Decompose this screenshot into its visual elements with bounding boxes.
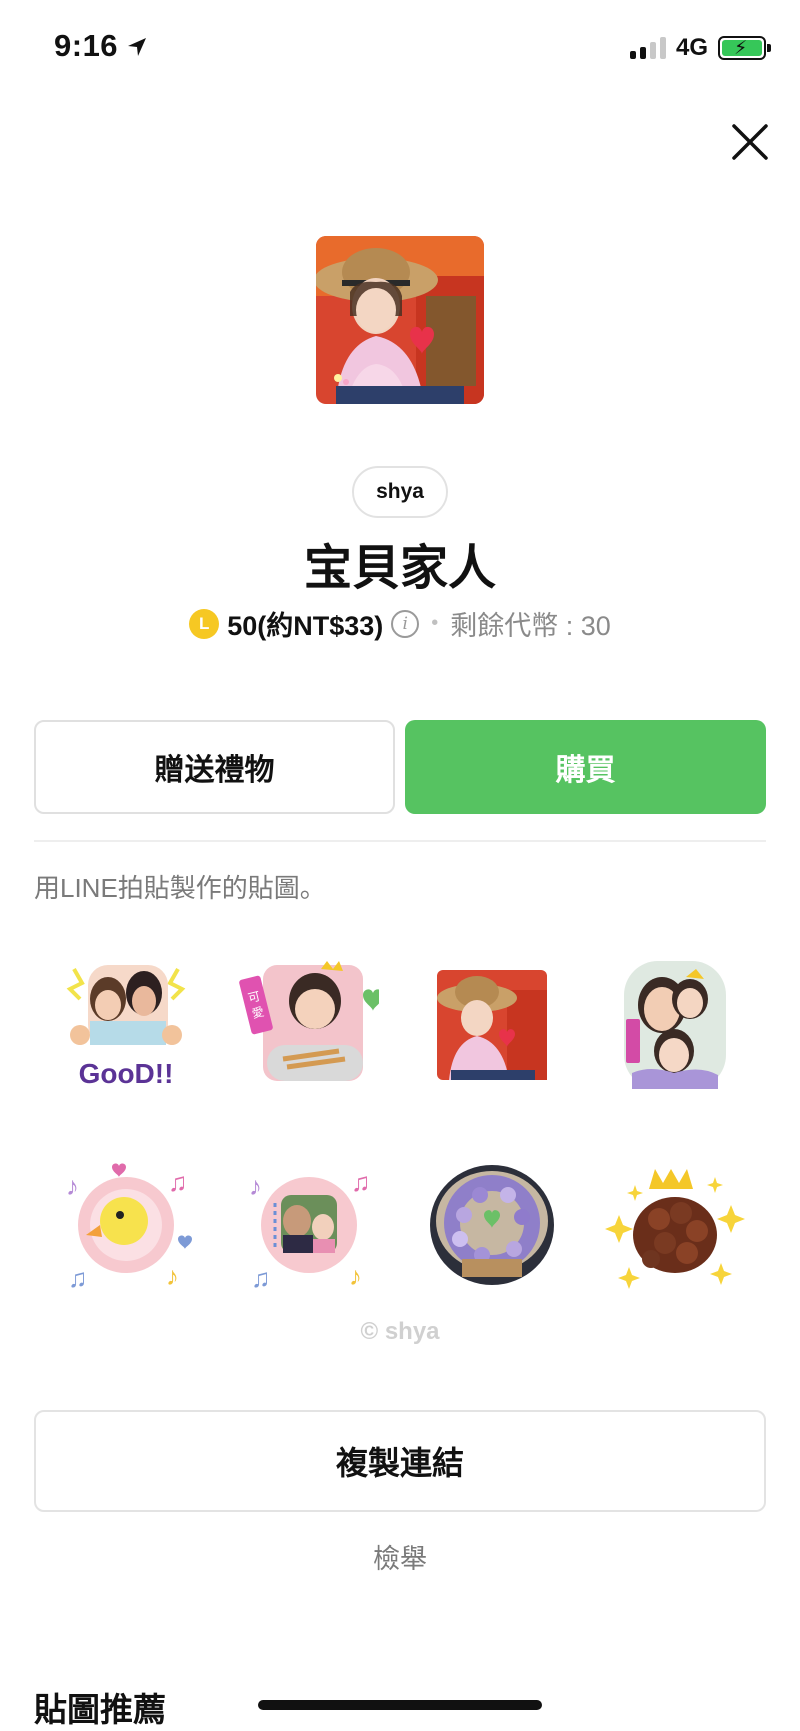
sticker-preview-8[interactable] — [583, 1125, 766, 1325]
price-row: L 50(約NT$33) i • 剩餘代幣 : 30 — [0, 604, 800, 643]
status-bar: 9:16 4G ⚡ — [0, 0, 800, 100]
photo-sticker-child-snack-icon: 可 愛 — [238, 961, 379, 1081]
info-icon[interactable]: i — [391, 609, 420, 638]
cellular-signal-icon — [629, 37, 666, 59]
svg-text:♪: ♪ — [66, 1171, 79, 1201]
status-time: 9:16 — [54, 28, 119, 63]
divider — [34, 840, 766, 842]
sticker-description: 用LINE拍貼製作的貼圖。 — [34, 873, 326, 903]
flower-wreath-icon — [429, 1165, 554, 1285]
svg-text:♫: ♫ — [68, 1263, 88, 1293]
svg-text:♫: ♫ — [168, 1167, 188, 1197]
sticker-preview-grid: GooD!! 可 愛 ♪ ♫ ♫ ♪ ♪ ♫ ♫ ♪ — [34, 925, 766, 1325]
battery-icon: ⚡ — [718, 36, 771, 60]
purchase-button[interactable]: 購買 — [405, 720, 766, 814]
recommendations-title: 貼圖推薦 — [34, 1691, 166, 1728]
copyright-text: © shya — [360, 1318, 440, 1345]
sticker-preview-6[interactable]: ♪ ♫ ♫ ♪ — [217, 1125, 400, 1325]
svg-text:♪: ♪ — [349, 1261, 362, 1291]
author-chip[interactable]: shya — [352, 466, 448, 518]
sticker-main-image — [316, 236, 484, 404]
chocolate-crown-sparkle-icon — [604, 1169, 745, 1289]
report-link[interactable]: 檢舉 — [0, 1537, 800, 1576]
close-icon[interactable] — [726, 118, 774, 166]
line-coin-icon: L — [189, 608, 220, 639]
separator-dot: • — [431, 612, 439, 634]
copy-link-button[interactable]: 複製連結 — [34, 1410, 766, 1512]
home-indicator[interactable] — [258, 1700, 542, 1710]
chick-music-icon: ♪ ♫ ♫ ♪ — [66, 1163, 192, 1293]
photo-sticker-family-icon — [623, 961, 726, 1089]
network-type: 4G — [675, 34, 708, 61]
photo-sticker-girl-hat-icon — [436, 970, 547, 1080]
sticker-preview-4[interactable] — [583, 925, 766, 1125]
svg-text:♫: ♫ — [351, 1167, 371, 1197]
svg-text:♪: ♪ — [249, 1171, 262, 1201]
svg-text:♫: ♫ — [251, 1263, 271, 1293]
coins-left: 剩餘代幣 : 30 — [450, 611, 611, 641]
photo-sticker-good-icon: GooD!! — [66, 965, 185, 1089]
photo-frame-music-icon: ♪ ♫ ♫ ♪ — [249, 1167, 371, 1293]
svg-text:GooD!!: GooD!! — [78, 1058, 173, 1089]
sticker-preview-7[interactable] — [400, 1125, 583, 1325]
sticker-preview-1[interactable]: GooD!! — [34, 925, 217, 1125]
sticker-preview-5[interactable]: ♪ ♫ ♫ ♪ — [34, 1125, 217, 1325]
price: 50(約NT$33) — [227, 611, 384, 641]
svg-text:♪: ♪ — [166, 1261, 179, 1291]
sticker-preview-2[interactable]: 可 愛 — [217, 925, 400, 1125]
send-gift-button[interactable]: 贈送禮物 — [34, 720, 395, 814]
sticker-pack-title: 宝貝家人 — [303, 540, 496, 596]
sticker-preview-3[interactable] — [400, 925, 583, 1125]
location-arrow-icon — [128, 38, 146, 56]
status-indicators: 4G ⚡ — [629, 34, 771, 62]
